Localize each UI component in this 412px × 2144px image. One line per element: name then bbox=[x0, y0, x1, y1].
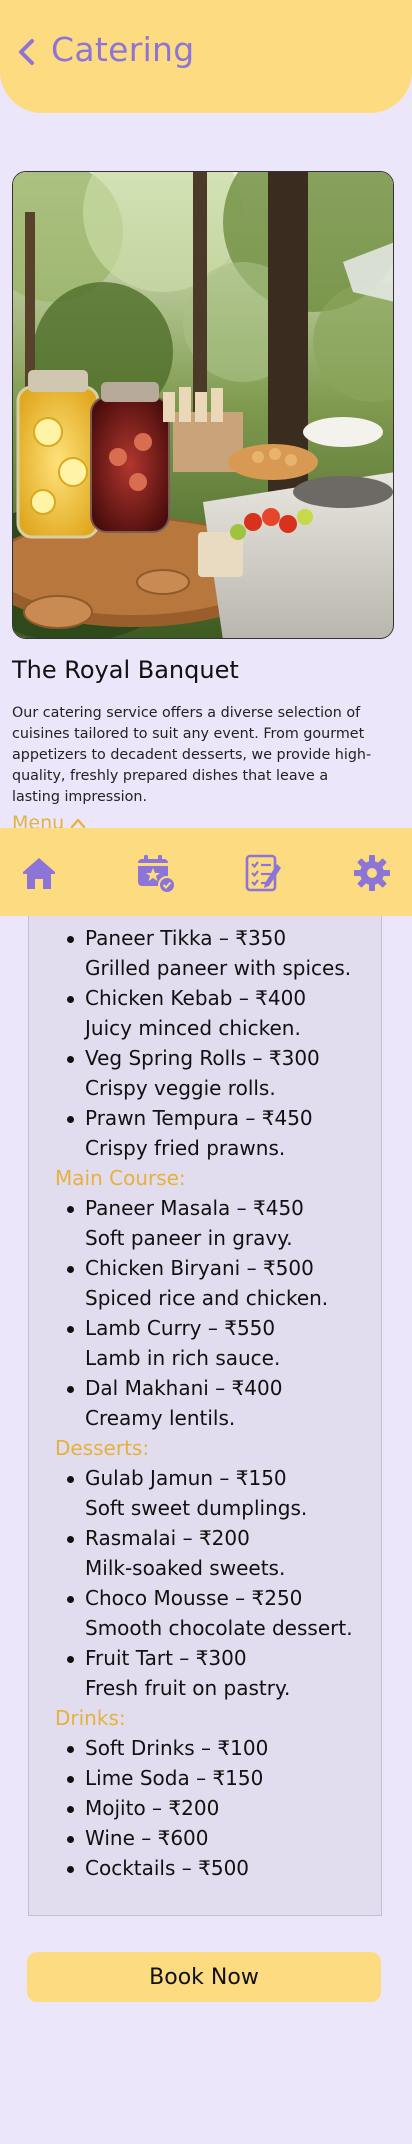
menu-item-list: Gulab Jamun – ₹150 Soft sweet dumplings. R… bbox=[55, 1463, 375, 1703]
menu-item: Dal Makhani – ₹400 Creamy lentils. bbox=[55, 1373, 375, 1433]
menu-item-name: Rasmalai – ₹200 bbox=[85, 1526, 250, 1550]
menu-item-description: Creamy lentils. bbox=[85, 1406, 236, 1430]
menu-item-name: Soft Drinks – ₹100 bbox=[85, 1736, 269, 1760]
calendar-star-icon bbox=[138, 855, 176, 894]
nav-bookings-button[interactable] bbox=[133, 850, 179, 896]
menu-item-name: Prawn Tempura – ₹450 bbox=[85, 1106, 313, 1130]
menu-item-name: Paneer Masala – ₹450 bbox=[85, 1196, 304, 1220]
menu-panel[interactable]: Starters:Paneer Tikka – ₹350Grilled pane… bbox=[28, 896, 382, 1916]
menu-item-description: Spiced rice and chicken. bbox=[85, 1286, 329, 1310]
menu-item: Paneer Masala – ₹450 Soft paneer in gravy… bbox=[55, 1193, 375, 1253]
menu-item-description: Fresh fruit on pastry. bbox=[85, 1676, 291, 1700]
menu-item: Veg Spring Rolls – ₹300 Crispy veggie rol… bbox=[55, 1043, 375, 1103]
nav-orders-button[interactable] bbox=[240, 850, 286, 896]
menu-item-description: Juicy minced chicken. bbox=[85, 1016, 301, 1040]
menu-item: Lime Soda – ₹150 bbox=[55, 1763, 375, 1793]
menu-item-name: Cocktails – ₹500 bbox=[85, 1856, 250, 1880]
menu-item: Gulab Jamun – ₹150 Soft sweet dumplings. bbox=[55, 1463, 375, 1523]
menu-item-name: Dal Makhani – ₹400 bbox=[85, 1376, 283, 1400]
menu-item-list: Soft Drinks – ₹100 Lime Soda – ₹150 Mojito… bbox=[55, 1733, 375, 1883]
menu-item: Soft Drinks – ₹100 bbox=[55, 1733, 375, 1763]
home-icon bbox=[23, 858, 55, 889]
menu-item-name: Lime Soda – ₹150 bbox=[85, 1766, 264, 1790]
menu-item-list: Paneer Tikka – ₹350 Grilled paneer with s… bbox=[55, 923, 375, 1163]
book-now-button[interactable]: Book Now bbox=[27, 1952, 381, 2002]
menu-item: Mojito – ₹200 bbox=[55, 1793, 375, 1823]
checklist-icon bbox=[245, 854, 281, 892]
menu-section-title: Main Course: bbox=[55, 1166, 186, 1190]
nav-settings-button[interactable] bbox=[349, 850, 395, 896]
menu-item-description: Smooth chocolate dessert. bbox=[85, 1616, 353, 1640]
chevron-left-icon bbox=[19, 39, 34, 65]
menu-section-title: Drinks: bbox=[55, 1706, 126, 1730]
menu-item-description: Lamb in rich sauce. bbox=[85, 1346, 281, 1370]
menu-item-name: Gulab Jamun – ₹150 bbox=[85, 1466, 287, 1490]
menu-item-name: Veg Spring Rolls – ₹300 bbox=[85, 1046, 320, 1070]
menu-item-name: Chicken Biryani – ₹500 bbox=[85, 1256, 314, 1280]
venue-name: The Royal Banquet bbox=[12, 656, 239, 684]
menu-item-name: Paneer Tikka – ₹350 bbox=[85, 926, 287, 950]
nav-home-button[interactable] bbox=[16, 850, 62, 896]
menu-item-name: Lamb Curry – ₹550 bbox=[85, 1316, 276, 1340]
menu-item-description: Soft sweet dumplings. bbox=[85, 1496, 308, 1520]
menu-item-name: Chicken Kebab – ₹400 bbox=[85, 986, 307, 1010]
menu-item-list: Paneer Masala – ₹450 Soft paneer in gravy… bbox=[55, 1193, 375, 1433]
back-button[interactable] bbox=[12, 34, 42, 70]
menu-item: Prawn Tempura – ₹450 Crispy fried prawns. bbox=[55, 1103, 375, 1163]
app-header: Catering bbox=[0, 0, 412, 113]
menu-item: Lamb Curry – ₹550 Lamb in rich sauce. bbox=[55, 1313, 375, 1373]
menu-item-description: Grilled paneer with spices. bbox=[85, 956, 352, 980]
menu-item: Rasmalai – ₹200 Milk-soaked sweets. bbox=[55, 1523, 375, 1583]
menu-item-name: Fruit Tart – ₹300 bbox=[85, 1646, 247, 1670]
menu-item: Fruit Tart – ₹300 Fresh fruit on pastry. bbox=[55, 1643, 375, 1703]
menu-item-name: Choco Mousse – ₹250 bbox=[85, 1586, 303, 1610]
menu-item: Paneer Tikka – ₹350 Grilled paneer with s… bbox=[55, 923, 375, 983]
menu-item: Choco Mousse – ₹250 Smooth chocolate dess… bbox=[55, 1583, 375, 1643]
venue-image bbox=[12, 171, 394, 639]
menu-item-description: Milk-soaked sweets. bbox=[85, 1556, 286, 1580]
menu-item: Chicken Biryani – ₹500 Spiced rice and ch… bbox=[55, 1253, 375, 1313]
menu-item-description: Crispy fried prawns. bbox=[85, 1136, 286, 1160]
menu-item-name: Mojito – ₹200 bbox=[85, 1796, 220, 1820]
menu-section-title: Desserts: bbox=[55, 1436, 150, 1460]
menu-list: Starters:Paneer Tikka – ₹350Grilled pane… bbox=[55, 893, 375, 1883]
menu-item-name: Wine – ₹600 bbox=[85, 1826, 209, 1850]
menu-item: Wine – ₹600 bbox=[55, 1823, 375, 1853]
menu-item: Cocktails – ₹500 bbox=[55, 1853, 375, 1883]
menu-item: Chicken Kebab – ₹400 Juicy minced chicken… bbox=[55, 983, 375, 1043]
page-title: Catering bbox=[51, 30, 195, 69]
gear-icon bbox=[354, 855, 390, 891]
menu-item-description: Crispy veggie rolls. bbox=[85, 1076, 276, 1100]
menu-item-description: Soft paneer in gravy. bbox=[85, 1226, 293, 1250]
bottom-nav bbox=[0, 828, 412, 916]
venue-description: Our catering service offers a diverse se… bbox=[12, 705, 372, 805]
